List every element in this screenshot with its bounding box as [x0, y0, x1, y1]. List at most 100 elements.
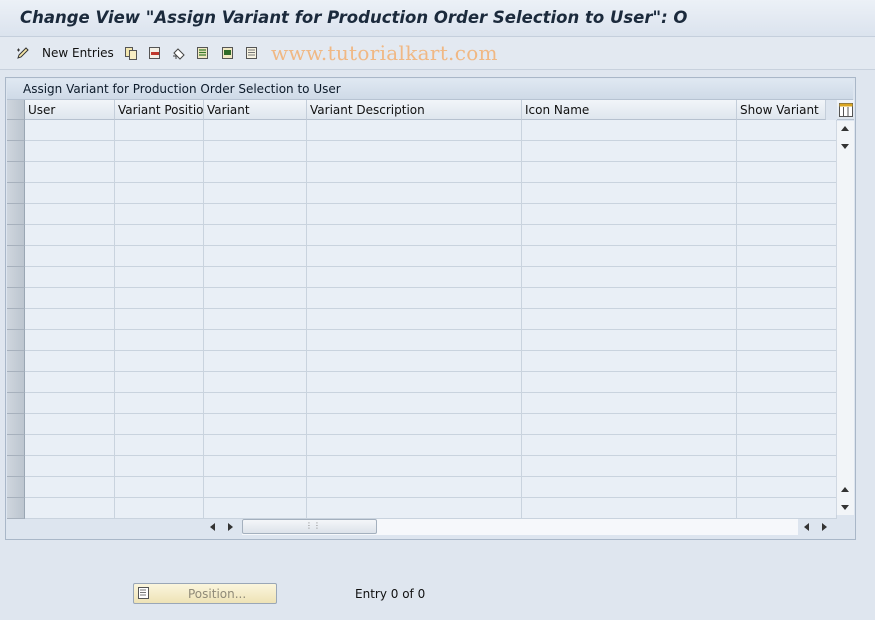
table-cell[interactable]: [522, 372, 737, 393]
scroll-column-left-button[interactable]: [804, 523, 809, 531]
table-cell[interactable]: [307, 414, 522, 435]
table-cell[interactable]: [204, 288, 307, 309]
table-cell[interactable]: [204, 120, 307, 141]
row-selector[interactable]: [7, 225, 25, 246]
horizontal-scrollbar-track[interactable]: ⋮⋮: [242, 519, 798, 535]
undo-button[interactable]: [172, 44, 186, 62]
table-cell[interactable]: [25, 225, 115, 246]
table-cell[interactable]: [737, 372, 837, 393]
table-cell[interactable]: [737, 246, 837, 267]
table-cell[interactable]: [522, 456, 737, 477]
table-cell[interactable]: [115, 330, 204, 351]
table-cell[interactable]: [115, 267, 204, 288]
row-selector[interactable]: [7, 204, 25, 225]
select-all-corner[interactable]: [7, 100, 25, 120]
table-cell[interactable]: [307, 204, 522, 225]
table-cell[interactable]: [25, 498, 115, 519]
table-cell[interactable]: [522, 225, 737, 246]
row-selector[interactable]: [7, 498, 25, 519]
table-cell[interactable]: [115, 204, 204, 225]
table-cell[interactable]: [307, 393, 522, 414]
table-cell[interactable]: [737, 141, 837, 162]
table-cell[interactable]: [737, 204, 837, 225]
deselect-all-button[interactable]: [245, 44, 259, 62]
row-selector[interactable]: [7, 162, 25, 183]
table-cell[interactable]: [737, 309, 837, 330]
select-all-button[interactable]: [196, 44, 210, 62]
horizontal-scrollbar-thumb[interactable]: ⋮⋮: [242, 519, 377, 534]
table-cell[interactable]: [204, 183, 307, 204]
table-cell[interactable]: [522, 435, 737, 456]
table-cell[interactable]: [25, 351, 115, 372]
table-cell[interactable]: [25, 162, 115, 183]
table-cell[interactable]: [115, 246, 204, 267]
table-cell[interactable]: [522, 330, 737, 351]
table-cell[interactable]: [307, 477, 522, 498]
table-cell[interactable]: [115, 309, 204, 330]
scroll-page-up-button[interactable]: [841, 487, 849, 492]
row-selector[interactable]: [7, 414, 25, 435]
select-block-button[interactable]: [221, 44, 235, 62]
table-cell[interactable]: [522, 246, 737, 267]
table-cell[interactable]: [115, 393, 204, 414]
column-header-variant-position[interactable]: Variant Position: [115, 100, 204, 120]
table-cell[interactable]: [25, 477, 115, 498]
table-cell[interactable]: [737, 351, 837, 372]
table-cell[interactable]: [737, 498, 837, 519]
table-cell[interactable]: [204, 435, 307, 456]
table-cell[interactable]: [25, 309, 115, 330]
row-selector[interactable]: [7, 246, 25, 267]
row-selector[interactable]: [7, 393, 25, 414]
table-cell[interactable]: [737, 435, 837, 456]
table-cell[interactable]: [115, 435, 204, 456]
table-cell[interactable]: [307, 162, 522, 183]
row-selector[interactable]: [7, 435, 25, 456]
table-cell[interactable]: [522, 414, 737, 435]
table-cell[interactable]: [522, 477, 737, 498]
table-cell[interactable]: [25, 372, 115, 393]
position-button[interactable]: Position...: [133, 583, 277, 604]
table-cell[interactable]: [204, 330, 307, 351]
table-cell[interactable]: [204, 498, 307, 519]
table-cell[interactable]: [522, 183, 737, 204]
table-cell[interactable]: [307, 309, 522, 330]
table-cell[interactable]: [522, 351, 737, 372]
table-cell[interactable]: [307, 246, 522, 267]
table-cell[interactable]: [204, 267, 307, 288]
column-header-user[interactable]: User: [25, 100, 115, 120]
table-cell[interactable]: [25, 330, 115, 351]
table-cell[interactable]: [204, 309, 307, 330]
table-cell[interactable]: [25, 456, 115, 477]
table-cell[interactable]: [522, 288, 737, 309]
table-cell[interactable]: [204, 225, 307, 246]
table-cell[interactable]: [522, 141, 737, 162]
table-cell[interactable]: [737, 414, 837, 435]
copy-button[interactable]: [124, 44, 138, 62]
scroll-down-button[interactable]: [841, 144, 849, 149]
table-cell[interactable]: [307, 267, 522, 288]
table-cell[interactable]: [307, 288, 522, 309]
column-header-show-variant[interactable]: Show Variant: [737, 100, 826, 120]
table-cell[interactable]: [522, 267, 737, 288]
table-cell[interactable]: [115, 120, 204, 141]
vertical-scrollbar[interactable]: [836, 121, 854, 515]
table-cell[interactable]: [25, 183, 115, 204]
table-cell[interactable]: [522, 309, 737, 330]
column-header-variant[interactable]: Variant: [204, 100, 307, 120]
table-cell[interactable]: [307, 330, 522, 351]
row-selector[interactable]: [7, 120, 25, 141]
table-cell[interactable]: [737, 162, 837, 183]
table-cell[interactable]: [115, 162, 204, 183]
scroll-page-down-button[interactable]: [841, 505, 849, 510]
row-selector[interactable]: [7, 288, 25, 309]
table-cell[interactable]: [204, 393, 307, 414]
table-cell[interactable]: [25, 288, 115, 309]
table-cell[interactable]: [204, 162, 307, 183]
table-cell[interactable]: [522, 498, 737, 519]
column-header-variant-description[interactable]: Variant Description: [307, 100, 522, 120]
table-cell[interactable]: [307, 372, 522, 393]
table-cell[interactable]: [307, 456, 522, 477]
row-selector[interactable]: [7, 456, 25, 477]
table-cell[interactable]: [115, 456, 204, 477]
table-cell[interactable]: [115, 183, 204, 204]
